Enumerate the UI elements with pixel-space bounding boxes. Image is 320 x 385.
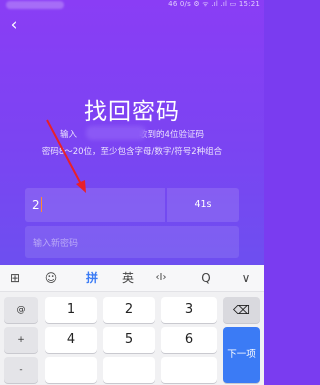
- code-value: 2: [32, 198, 40, 212]
- status-icons: 46 0/s ⚙ ᯤ .ıl .ıl ▭ 15:21: [168, 0, 260, 8]
- hint-suffix: 收到的4位验证码: [139, 130, 204, 140]
- status-bar: 46 0/s ⚙ ᯤ .ıl .ıl ▭ 15:21: [0, 0, 264, 12]
- key-at[interactable]: @: [4, 297, 38, 323]
- hint-prefix: 输入: [60, 130, 78, 140]
- key-1[interactable]: 1: [45, 297, 97, 323]
- collapse-keyboard-icon[interactable]: ∨: [232, 265, 260, 291]
- key-4[interactable]: 4: [45, 327, 97, 353]
- key-3[interactable]: 3: [161, 297, 217, 323]
- purple-header-area: 46 0/s ⚙ ᯤ .ıl .ıl ▭ 15:21 ‹ 找回密码 输入 收到的4…: [0, 0, 264, 265]
- verification-code-input[interactable]: 2: [25, 188, 165, 222]
- key-minus[interactable]: -: [4, 357, 38, 383]
- status-blurred-area: [6, 1, 64, 9]
- password-rules-hint: 密码8～20位，至少包含字母/数字/符号2种组合: [41, 147, 223, 157]
- page-title: 找回密码: [84, 99, 180, 125]
- key-plus[interactable]: +: [4, 327, 38, 353]
- backspace-key[interactable]: ⌫: [223, 297, 260, 323]
- verification-code-row: 2 41s: [25, 188, 239, 222]
- key-6[interactable]: 6: [161, 327, 217, 353]
- key-2[interactable]: 2: [103, 297, 155, 323]
- soft-keyboard: ⊞ ☺ 拼 英 ‹I› Q ∨ @ + - 1 2 3 ⌫ 4 5 6 下一项: [0, 265, 264, 385]
- cursor-move-icon[interactable]: ‹I›: [146, 265, 176, 291]
- resend-countdown-button[interactable]: 41s: [167, 188, 239, 222]
- key-7-partial[interactable]: [45, 357, 97, 383]
- emoji-icon[interactable]: ☺: [36, 265, 66, 291]
- text-caret: [41, 197, 42, 212]
- new-password-input[interactable]: 输入新密码: [25, 226, 239, 258]
- key-9-partial[interactable]: [161, 357, 217, 383]
- key-5[interactable]: 5: [103, 327, 155, 353]
- chevron-left-icon: ‹: [10, 15, 18, 35]
- key-8-partial[interactable]: [103, 357, 155, 383]
- keyboard-toolbar: ⊞ ☺ 拼 英 ‹I› Q ∨: [0, 265, 264, 292]
- english-mode-button[interactable]: 英: [114, 265, 142, 291]
- grid-icon[interactable]: ⊞: [0, 265, 30, 291]
- backspace-icon: ⌫: [233, 303, 250, 317]
- phone-number-mask: [86, 126, 146, 140]
- back-button[interactable]: ‹: [5, 14, 23, 36]
- password-placeholder: 输入新密码: [33, 239, 79, 249]
- pinyin-mode-button[interactable]: 拼: [78, 265, 106, 291]
- search-icon[interactable]: Q: [192, 265, 220, 291]
- next-field-button[interactable]: 下一项: [223, 327, 260, 383]
